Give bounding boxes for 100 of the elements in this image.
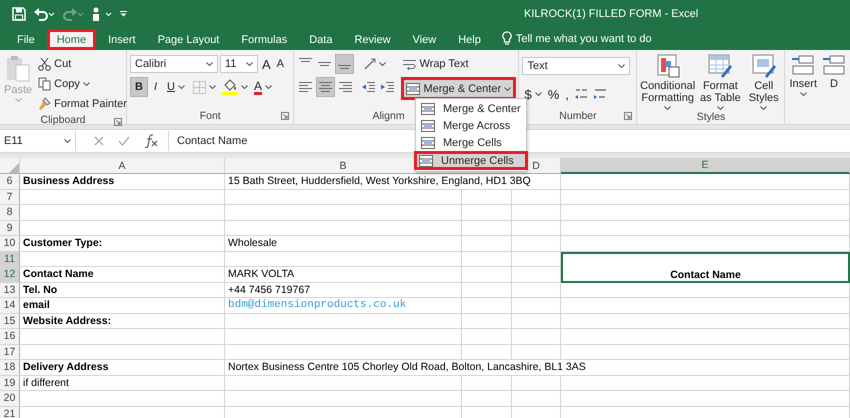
row-header[interactable]: 14 [0, 298, 20, 314]
merge-icon [419, 154, 433, 166]
align-center-button[interactable] [316, 77, 336, 97]
function-icon[interactable] [144, 134, 158, 148]
row-header[interactable]: 19 [0, 376, 20, 391]
row-header[interactable]: 15 [0, 314, 20, 329]
caret-icon [534, 92, 542, 96]
caret-icon [664, 106, 672, 110]
row-header[interactable]: 17 [0, 344, 20, 360]
italic-button[interactable]: I [150, 77, 162, 97]
merge-icon [406, 82, 420, 94]
font-size-field[interactable]: 11 [220, 55, 258, 73]
row-header[interactable]: 16 [0, 329, 20, 344]
ribbon-tab[interactable]: Home [46, 29, 96, 50]
row-header[interactable]: 7 [0, 190, 20, 205]
caret-icon [206, 62, 213, 66]
lightbulb-icon[interactable] [502, 31, 512, 46]
dialog-launcher-icon[interactable] [281, 112, 290, 120]
table-cell [512, 298, 561, 314]
ribbon-tab[interactable]: View [402, 29, 446, 50]
align-left-icon [299, 82, 312, 92]
dialog-launcher-icon[interactable] [114, 118, 122, 126]
shrink-font-button[interactable]: A [274, 54, 286, 74]
format-as-table-button[interactable]: Format as Table [696, 54, 744, 110]
copy-icon [38, 77, 52, 91]
number-format-field[interactable]: Text [522, 57, 630, 75]
undo-icon[interactable] [33, 7, 55, 21]
row-header[interactable]: 18 [0, 360, 20, 376]
menu-item[interactable]: Unmerge Cells [414, 151, 528, 170]
menu-item[interactable]: Merge Across [416, 117, 526, 134]
ribbon-tab[interactable]: Insert [98, 29, 146, 50]
table-cell: 15 Bath Street, Huddersfield, West Yorkshire, England, HD1 3BQ [225, 174, 561, 190]
table-cell [462, 220, 512, 236]
ribbon-tab[interactable]: Help [448, 29, 491, 50]
merge-center-button[interactable]: Merge & Center [401, 77, 516, 100]
cut-button[interactable]: Cut [36, 54, 129, 74]
table-cell [512, 267, 561, 282]
delete-button[interactable]: D [821, 54, 847, 108]
row-header[interactable]: 20 [0, 391, 20, 406]
underline-button[interactable]: U [163, 77, 189, 97]
table-cell [462, 236, 512, 252]
font-color-button[interactable]: A [252, 77, 274, 97]
name-box[interactable]: E11 [4, 135, 54, 147]
selected-cell[interactable]: Contact Name [561, 252, 850, 282]
hand-icon[interactable] [91, 6, 113, 22]
insert-button[interactable]: Insert [788, 54, 818, 108]
table-cell: Website Address: [20, 314, 225, 329]
cell-styles-button[interactable]: Cell Styles [744, 54, 784, 110]
font-name-field[interactable]: Calibri [130, 55, 218, 73]
row-header[interactable]: 6 [0, 174, 20, 190]
tell-me-field[interactable]: Tell me what you want to do [512, 32, 700, 44]
column-header[interactable]: E [561, 158, 850, 174]
comma-style-button[interactable]: , [563, 84, 571, 104]
bold-button[interactable]: B [130, 77, 148, 97]
copy-button[interactable]: Copy [36, 74, 129, 94]
row-header[interactable]: 11 [0, 252, 20, 267]
row-header[interactable]: 21 [0, 406, 20, 418]
increase-decimal-icon [574, 88, 588, 100]
table-cell [512, 344, 561, 360]
conditional-formatting-button[interactable]: Conditional Formatting [638, 54, 697, 110]
table-cell [462, 282, 512, 298]
grow-font-button[interactable]: A [260, 54, 273, 74]
row-header[interactable]: 8 [0, 205, 20, 220]
table-cell: Contact Name [20, 267, 225, 282]
table-cell [512, 314, 561, 329]
menu-item[interactable]: Merge Cells [416, 134, 526, 151]
percent-button[interactable]: % [546, 84, 562, 104]
caret-icon [760, 106, 768, 110]
fill-color-button[interactable] [220, 77, 250, 97]
ribbon-tab[interactable]: Data [299, 29, 342, 50]
table-cell: +44 7456 719767 [225, 282, 462, 298]
ribbon-tab[interactable]: Page Layout [148, 29, 230, 50]
table-cell [462, 329, 512, 344]
column-header[interactable]: A [20, 158, 225, 174]
caret-icon [618, 64, 626, 68]
save-icon[interactable] [12, 7, 26, 21]
row-header[interactable]: 10 [0, 236, 20, 252]
table-cell: Customer Type: [20, 236, 225, 252]
align-bottom-button[interactable] [335, 54, 354, 74]
table-cell [462, 344, 512, 360]
customize-icon[interactable] [120, 11, 127, 17]
row-header[interactable]: 12 [0, 267, 20, 282]
caret-icon [504, 86, 512, 90]
table-cell [512, 190, 561, 205]
row-header[interactable]: 13 [0, 282, 20, 298]
wrap-text-button[interactable]: Wrap Text [401, 54, 516, 74]
decrease-indent-icon [362, 82, 376, 92]
dialog-launcher-icon[interactable] [624, 112, 632, 120]
table-cell [512, 376, 561, 391]
ribbon-tab[interactable]: Review [344, 29, 401, 50]
row-header[interactable]: 9 [0, 220, 20, 236]
ribbon-tab[interactable]: Formulas [231, 29, 298, 50]
format-painter-button[interactable]: Format Painter [36, 94, 129, 114]
paint-bucket-icon [222, 79, 238, 95]
ribbon-tab[interactable]: File [7, 29, 45, 50]
caret-icon [178, 85, 185, 89]
caret-icon [379, 62, 386, 66]
group-label: Clipboard [40, 114, 86, 126]
caret-icon [716, 106, 724, 110]
table-cell: Delivery Address [20, 360, 225, 376]
